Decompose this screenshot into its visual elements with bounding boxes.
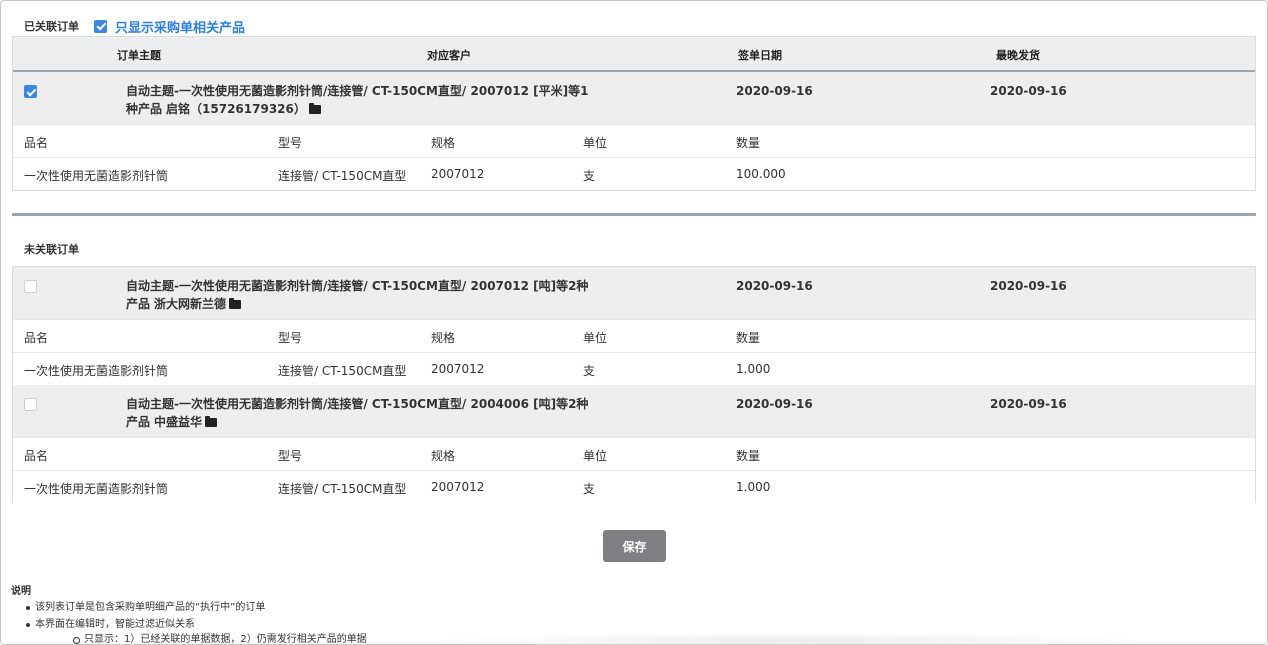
order-sign-date: 2020-09-16 [736,397,813,411]
item-name: 一次性使用无菌造影剂针筒 [24,169,169,183]
item-name: 一次性使用无菌造影剂针筒 [24,482,169,496]
order-customer: 启铭（15726179326） [166,102,306,116]
detail-col-spec: 规格 [431,449,456,463]
item-spec: 2007012 [431,362,485,376]
unlinked-orders-table: 自动主题-一次性使用无菌造影剂针筒/连接管/ CT-150CM直型/ 20070… [12,266,1256,503]
item-model: 连接管/ CT-150CM直型 [278,364,407,378]
detail-col-name: 品名 [24,449,49,463]
detail-col-unit: 单位 [583,449,608,463]
detail-col-qty: 数量 [736,136,761,150]
detail-col-name: 品名 [24,136,49,150]
detail-header-row: 品名 型号 规格 单位 数量 [13,124,1255,157]
detail-header-row: 品名 型号 规格 单位 数量 [13,437,1255,470]
item-name: 一次性使用无菌造影剂针筒 [24,364,169,378]
detail-col-spec: 规格 [431,136,456,150]
item-spec: 2007012 [431,167,485,181]
order-row: 自动主题-一次性使用无菌造影剂针筒/连接管/ CT-150CM直型/ 20070… [13,267,1255,319]
order-checkbox[interactable] [24,85,37,98]
filter-label[interactable]: 只显示采购单相关产品 [115,17,245,36]
folder-open-icon[interactable] [205,416,218,427]
detail-col-qty: 数量 [736,331,761,345]
order-subject: 自动主题-一次性使用无菌造影剂针筒/连接管/ CT-150CM直型/ 20040… [126,395,596,431]
order-latest-ship: 2020-09-16 [990,84,1067,98]
linked-orders-header: 已关联订单 只显示采购单相关产品 [24,16,245,36]
notes-section: 说明 该列表订单是包含采购单明细产品的“执行中”的订单 本界面在编辑时，智能过滤… [11,582,367,644]
notes-list: 该列表订单是包含采购单明细产品的“执行中”的订单 本界面在编辑时，智能过滤近似关… [11,602,367,644]
item-qty: 100.000 [736,167,786,181]
detail-col-model: 型号 [278,449,303,463]
detail-header-row: 品名 型号 规格 单位 数量 [13,319,1255,352]
detail-col-name: 品名 [24,331,49,345]
item-unit: 支 [583,482,596,496]
detail-col-unit: 单位 [583,331,608,345]
detail-col-model: 型号 [278,331,303,345]
order-customer: 浙大网新兰德 [154,297,227,311]
bottom-shadow [421,633,1161,644]
order-latest-ship: 2020-09-16 [990,279,1067,293]
col-subject: 订单主题 [117,49,161,62]
order-link-panel: 已关联订单 只显示采购单相关产品 订单主题 对应客户 签单日期 最晚发货 自动主… [0,0,1268,645]
order-checkbox[interactable] [24,280,37,293]
order-subject: 自动主题-一次性使用无菌造影剂针筒/连接管/ CT-150CM直型/ 20070… [126,82,596,118]
unlinked-orders-title: 未关联订单 [24,243,79,256]
detail-col-model: 型号 [278,136,303,150]
item-qty: 1.000 [736,480,771,494]
item-qty: 1.000 [736,362,771,376]
order-checkbox[interactable] [24,398,37,411]
item-model: 连接管/ CT-150CM直型 [278,169,407,183]
item-unit: 支 [583,364,596,378]
linked-orders-table: 订单主题 对应客户 签单日期 最晚发货 自动主题-一次性使用无菌造影剂针筒/连接… [12,36,1256,191]
order-latest-ship: 2020-09-16 [990,397,1067,411]
filter-checkbox[interactable] [94,19,107,33]
note-sub-item: 只显示：1）已经关联的单据数据，2）仍需发行相关产品的单据 [11,634,367,644]
save-button[interactable]: 保存 [603,530,666,562]
folder-open-icon[interactable] [308,103,321,114]
col-sign-date: 签单日期 [738,49,782,62]
item-model: 连接管/ CT-150CM直型 [278,482,407,496]
item-spec: 2007012 [431,480,485,494]
order-sign-date: 2020-09-16 [736,84,813,98]
col-customer: 对应客户 [427,49,471,62]
section-divider [12,213,1256,216]
notes-title: 说明 [11,586,31,597]
detail-col-qty: 数量 [736,449,761,463]
col-latest-ship: 最晚发货 [996,49,1040,62]
detail-item-row: 一次性使用无菌造影剂针筒 连接管/ CT-150CM直型 2007012 支 1… [13,157,1255,190]
folder-open-icon[interactable] [229,298,242,309]
order-sign-date: 2020-09-16 [736,279,813,293]
order-subject: 自动主题-一次性使用无菌造影剂针筒/连接管/ CT-150CM直型/ 20070… [126,277,596,313]
order-customer: 中盛益华 [154,415,203,429]
table-header: 订单主题 对应客户 签单日期 最晚发货 [13,37,1255,72]
note-item: 该列表订单是包含采购单明细产品的“执行中”的订单 [26,602,367,614]
order-row: 自动主题-一次性使用无菌造影剂针筒/连接管/ CT-150CM直型/ 20040… [13,385,1255,437]
detail-col-spec: 规格 [431,331,456,345]
detail-col-unit: 单位 [583,136,608,150]
linked-orders-title: 已关联订单 [24,20,79,33]
note-item: 本界面在编辑时，智能过滤近似关系 [26,619,367,631]
detail-item-row: 一次性使用无菌造影剂针筒 连接管/ CT-150CM直型 2007012 支 1… [13,470,1255,503]
item-unit: 支 [583,169,596,183]
detail-item-row: 一次性使用无菌造影剂针筒 连接管/ CT-150CM直型 2007012 支 1… [13,352,1255,385]
order-row: 自动主题-一次性使用无菌造影剂针筒/连接管/ CT-150CM直型/ 20070… [13,72,1255,124]
